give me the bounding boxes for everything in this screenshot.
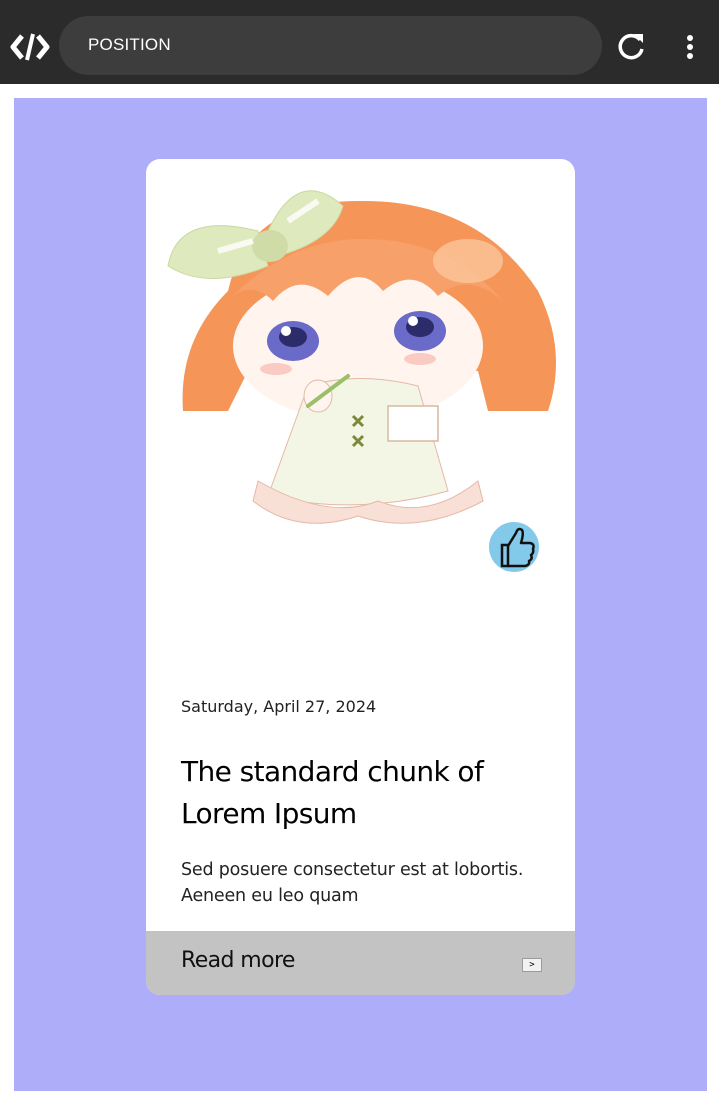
page-canvas: Saturday, April 27, 2024 The standard ch… bbox=[14, 98, 707, 1091]
url-bar[interactable]: POSITION bbox=[59, 16, 602, 75]
browser-toolbar: POSITION bbox=[0, 0, 719, 84]
reload-icon[interactable] bbox=[614, 30, 648, 64]
card-illustration bbox=[158, 171, 570, 531]
read-more-arrow-button[interactable]: > bbox=[522, 958, 542, 972]
post-description: Sed posuere consectetur est at lobortis.… bbox=[181, 860, 524, 906]
read-more-bar[interactable]: Read more > bbox=[146, 931, 575, 995]
code-bracket-logo-icon[interactable] bbox=[10, 30, 50, 64]
blog-card: Saturday, April 27, 2024 The standard ch… bbox=[146, 159, 575, 995]
post-title: The standard chunk of Lorem Ipsum bbox=[181, 755, 484, 830]
read-more-link[interactable]: Read more bbox=[181, 948, 295, 973]
thumbs-up-icon[interactable] bbox=[488, 521, 540, 573]
post-date: Saturday, April 27, 2024 bbox=[181, 697, 377, 716]
url-text[interactable]: POSITION bbox=[88, 35, 171, 55]
more-vert-icon[interactable] bbox=[680, 30, 700, 64]
